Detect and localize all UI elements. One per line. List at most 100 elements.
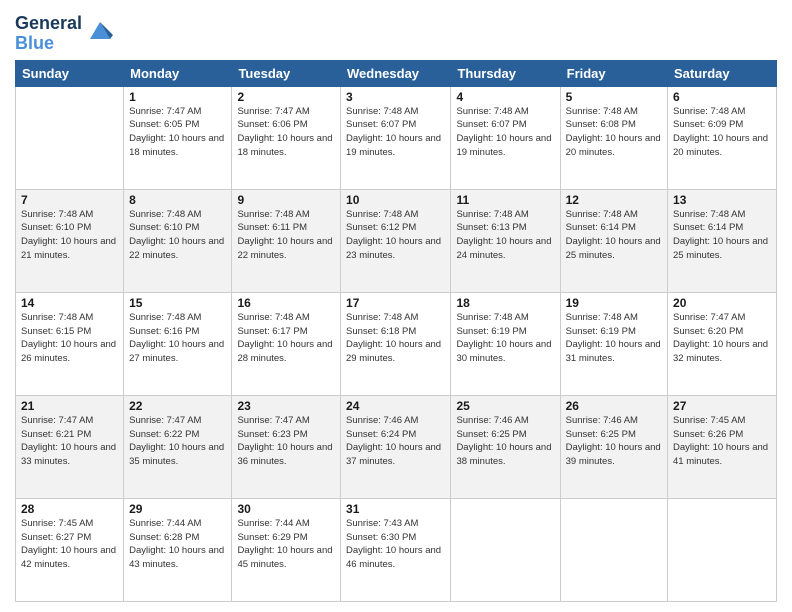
day-number: 28 [21,502,118,516]
weekday-header-thursday: Thursday [451,60,560,86]
day-number: 5 [566,90,662,104]
calendar-cell: 23Sunrise: 7:47 AMSunset: 6:23 PMDayligh… [232,395,341,498]
calendar-cell: 21Sunrise: 7:47 AMSunset: 6:21 PMDayligh… [16,395,124,498]
day-number: 25 [456,399,554,413]
day-number: 3 [346,90,445,104]
calendar-cell [16,86,124,189]
calendar-cell: 15Sunrise: 7:48 AMSunset: 6:16 PMDayligh… [124,292,232,395]
day-info: Sunrise: 7:48 AMSunset: 6:14 PMDaylight:… [566,208,662,263]
day-info: Sunrise: 7:48 AMSunset: 6:16 PMDaylight:… [129,311,226,366]
logo-blue: Blue [15,34,82,54]
day-number: 21 [21,399,118,413]
page: General Blue SundayMondayTuesdayWednesda… [0,0,792,612]
day-info: Sunrise: 7:48 AMSunset: 6:19 PMDaylight:… [566,311,662,366]
header: General Blue [15,10,777,54]
day-info: Sunrise: 7:48 AMSunset: 6:19 PMDaylight:… [456,311,554,366]
calendar-cell: 14Sunrise: 7:48 AMSunset: 6:15 PMDayligh… [16,292,124,395]
calendar-cell: 7Sunrise: 7:48 AMSunset: 6:10 PMDaylight… [16,189,124,292]
day-info: Sunrise: 7:48 AMSunset: 6:10 PMDaylight:… [21,208,118,263]
day-number: 29 [129,502,226,516]
logo: General Blue [15,10,115,54]
logo-general: General [15,14,82,34]
calendar-cell: 31Sunrise: 7:43 AMSunset: 6:30 PMDayligh… [341,498,451,601]
calendar-cell: 24Sunrise: 7:46 AMSunset: 6:24 PMDayligh… [341,395,451,498]
day-number: 15 [129,296,226,310]
calendar-cell: 30Sunrise: 7:44 AMSunset: 6:29 PMDayligh… [232,498,341,601]
day-number: 13 [673,193,771,207]
day-number: 8 [129,193,226,207]
day-number: 6 [673,90,771,104]
calendar-cell: 20Sunrise: 7:47 AMSunset: 6:20 PMDayligh… [668,292,777,395]
day-info: Sunrise: 7:48 AMSunset: 6:08 PMDaylight:… [566,105,662,160]
day-number: 14 [21,296,118,310]
day-number: 4 [456,90,554,104]
weekday-header-row: SundayMondayTuesdayWednesdayThursdayFrid… [16,60,777,86]
day-number: 24 [346,399,445,413]
calendar-cell: 8Sunrise: 7:48 AMSunset: 6:10 PMDaylight… [124,189,232,292]
day-info: Sunrise: 7:46 AMSunset: 6:25 PMDaylight:… [456,414,554,469]
day-info: Sunrise: 7:48 AMSunset: 6:18 PMDaylight:… [346,311,445,366]
day-info: Sunrise: 7:47 AMSunset: 6:06 PMDaylight:… [237,105,335,160]
day-info: Sunrise: 7:48 AMSunset: 6:17 PMDaylight:… [237,311,335,366]
week-row-0: 1Sunrise: 7:47 AMSunset: 6:05 PMDaylight… [16,86,777,189]
calendar-cell: 6Sunrise: 7:48 AMSunset: 6:09 PMDaylight… [668,86,777,189]
day-number: 18 [456,296,554,310]
logo-icon [85,17,115,47]
weekday-header-wednesday: Wednesday [341,60,451,86]
day-info: Sunrise: 7:48 AMSunset: 6:15 PMDaylight:… [21,311,118,366]
day-info: Sunrise: 7:48 AMSunset: 6:09 PMDaylight:… [673,105,771,160]
day-info: Sunrise: 7:48 AMSunset: 6:07 PMDaylight:… [456,105,554,160]
day-number: 26 [566,399,662,413]
day-number: 16 [237,296,335,310]
calendar-cell: 5Sunrise: 7:48 AMSunset: 6:08 PMDaylight… [560,86,667,189]
week-row-1: 7Sunrise: 7:48 AMSunset: 6:10 PMDaylight… [16,189,777,292]
day-info: Sunrise: 7:46 AMSunset: 6:25 PMDaylight:… [566,414,662,469]
day-number: 17 [346,296,445,310]
day-number: 20 [673,296,771,310]
day-info: Sunrise: 7:48 AMSunset: 6:07 PMDaylight:… [346,105,445,160]
calendar-cell: 10Sunrise: 7:48 AMSunset: 6:12 PMDayligh… [341,189,451,292]
day-number: 30 [237,502,335,516]
calendar-cell: 1Sunrise: 7:47 AMSunset: 6:05 PMDaylight… [124,86,232,189]
day-number: 2 [237,90,335,104]
day-info: Sunrise: 7:47 AMSunset: 6:20 PMDaylight:… [673,311,771,366]
day-info: Sunrise: 7:48 AMSunset: 6:11 PMDaylight:… [237,208,335,263]
calendar-cell: 12Sunrise: 7:48 AMSunset: 6:14 PMDayligh… [560,189,667,292]
calendar-cell: 3Sunrise: 7:48 AMSunset: 6:07 PMDaylight… [341,86,451,189]
day-number: 10 [346,193,445,207]
day-number: 9 [237,193,335,207]
day-info: Sunrise: 7:47 AMSunset: 6:23 PMDaylight:… [237,414,335,469]
calendar-cell: 13Sunrise: 7:48 AMSunset: 6:14 PMDayligh… [668,189,777,292]
day-number: 12 [566,193,662,207]
week-row-3: 21Sunrise: 7:47 AMSunset: 6:21 PMDayligh… [16,395,777,498]
day-number: 23 [237,399,335,413]
calendar-cell: 18Sunrise: 7:48 AMSunset: 6:19 PMDayligh… [451,292,560,395]
weekday-header-tuesday: Tuesday [232,60,341,86]
calendar-cell: 16Sunrise: 7:48 AMSunset: 6:17 PMDayligh… [232,292,341,395]
day-number: 31 [346,502,445,516]
calendar-cell: 2Sunrise: 7:47 AMSunset: 6:06 PMDaylight… [232,86,341,189]
calendar-cell: 9Sunrise: 7:48 AMSunset: 6:11 PMDaylight… [232,189,341,292]
calendar-cell: 11Sunrise: 7:48 AMSunset: 6:13 PMDayligh… [451,189,560,292]
calendar-cell: 4Sunrise: 7:48 AMSunset: 6:07 PMDaylight… [451,86,560,189]
day-info: Sunrise: 7:47 AMSunset: 6:05 PMDaylight:… [129,105,226,160]
calendar-cell: 29Sunrise: 7:44 AMSunset: 6:28 PMDayligh… [124,498,232,601]
day-info: Sunrise: 7:47 AMSunset: 6:21 PMDaylight:… [21,414,118,469]
calendar-cell: 17Sunrise: 7:48 AMSunset: 6:18 PMDayligh… [341,292,451,395]
weekday-header-saturday: Saturday [668,60,777,86]
calendar-cell: 19Sunrise: 7:48 AMSunset: 6:19 PMDayligh… [560,292,667,395]
week-row-4: 28Sunrise: 7:45 AMSunset: 6:27 PMDayligh… [16,498,777,601]
calendar-cell [451,498,560,601]
calendar-table: SundayMondayTuesdayWednesdayThursdayFrid… [15,60,777,602]
day-number: 22 [129,399,226,413]
weekday-header-sunday: Sunday [16,60,124,86]
calendar-cell: 26Sunrise: 7:46 AMSunset: 6:25 PMDayligh… [560,395,667,498]
day-info: Sunrise: 7:48 AMSunset: 6:12 PMDaylight:… [346,208,445,263]
day-info: Sunrise: 7:44 AMSunset: 6:28 PMDaylight:… [129,517,226,572]
weekday-header-monday: Monday [124,60,232,86]
day-number: 27 [673,399,771,413]
day-info: Sunrise: 7:47 AMSunset: 6:22 PMDaylight:… [129,414,226,469]
day-info: Sunrise: 7:45 AMSunset: 6:27 PMDaylight:… [21,517,118,572]
day-info: Sunrise: 7:48 AMSunset: 6:10 PMDaylight:… [129,208,226,263]
calendar-cell [560,498,667,601]
